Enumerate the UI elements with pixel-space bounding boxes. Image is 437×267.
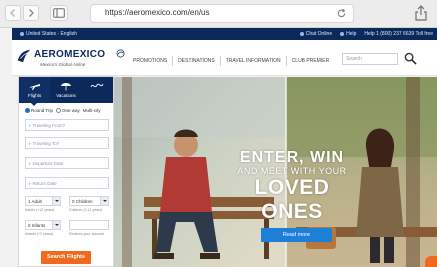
headline-line-1: ENTER, WIN [239, 149, 345, 166]
eagle-knight-icon [17, 49, 31, 63]
origin-placeholder: Traveling From? [32, 123, 66, 128]
chevron-right-icon: › [29, 141, 31, 146]
aeromexico-logo[interactable]: AEROMEXICO Mexico's Global Airline [16, 47, 126, 71]
trip-type-group: Round Trip One way Multi-city [25, 108, 101, 113]
tab-check-in[interactable] [82, 77, 113, 103]
skyteam-icon [116, 49, 125, 58]
nav-travel-information[interactable]: TRAVEL INFORMATION [221, 58, 286, 64]
radio-selected-icon [25, 108, 30, 113]
tollfree-label: Toll free [415, 31, 433, 37]
logo-wordmark: AEROMEXICO [34, 49, 106, 60]
infants-value: 0 Infants [28, 223, 46, 228]
chevron-right-icon: › [29, 161, 31, 166]
phone-label: Help 1 (800) 237 6639 [364, 31, 415, 37]
return-date-field[interactable]: › Return Date [25, 177, 109, 189]
address-bar[interactable]: https://aeromexico.com/en/us [90, 4, 354, 23]
tab-vacations[interactable]: Vacations [50, 77, 81, 103]
back-button[interactable] [5, 5, 21, 21]
url-text: https://aeromexico.com/en/us [105, 8, 210, 17]
help-icon [340, 32, 345, 36]
radio-multi-city[interactable]: Multi-city [83, 108, 101, 113]
chevron-down-icon [52, 197, 60, 205]
utility-bar: United States - English Chat Online Help… [12, 28, 437, 40]
children-select[interactable]: 0 Children [69, 196, 109, 206]
headline-line-2: AND MEET WITH YOUR [237, 166, 347, 176]
radio-one-way[interactable]: One way [56, 108, 80, 113]
site-header: AEROMEXICO Mexico's Global Airline PROMO… [12, 40, 437, 76]
tab-flights-label: Flights [28, 93, 42, 98]
locale-label: United States - English [26, 31, 77, 37]
hero-headline: ENTER, WIN AND MEET WITH YOUR LOVED ONES [232, 149, 352, 224]
checkin-script-icon [90, 83, 104, 88]
locale-selector[interactable]: United States - English [20, 31, 77, 37]
radio-unselected-icon [56, 108, 62, 113]
booking-tabs: Flights Vacations [19, 77, 113, 106]
departure-date-field[interactable]: › Departure Date [25, 157, 109, 169]
return-date-placeholder: Return Date [32, 181, 57, 186]
adults-hint: Adults (+12 years) [25, 208, 55, 212]
airplane-icon [29, 84, 40, 90]
nav-promotions[interactable]: PROMOTIONS [128, 58, 172, 64]
active-tab-pointer [31, 103, 37, 106]
chat-label: Chat Online [305, 31, 333, 37]
chevron-right-icon: › [29, 123, 31, 128]
forward-button[interactable] [23, 5, 39, 21]
flag-icon [20, 32, 24, 36]
browser-toolbar: https://aeromexico.com/en/us [0, 0, 437, 28]
departure-date-placeholder: Departure Date [32, 161, 64, 166]
chevron-down-icon [100, 197, 108, 205]
radio-one-way-label: One way [62, 108, 80, 113]
radio-multi-city-label: Multi-city [82, 108, 101, 113]
feedback-tab[interactable] [425, 256, 437, 267]
destination-placeholder: Traveling To? [32, 141, 60, 146]
infants-hint: Infants (+2 years) [25, 232, 54, 236]
reload-icon[interactable] [336, 8, 347, 19]
sidebar-icon [53, 8, 65, 18]
umbrella-icon [60, 83, 71, 91]
tab-flights[interactable]: Flights [19, 77, 51, 106]
adults-select[interactable]: 1 Adult [25, 196, 61, 206]
redeem-hint: Redeem your account [69, 232, 105, 236]
destination-field[interactable]: › Traveling To? [25, 137, 109, 149]
tab-vacations-label: Vacations [56, 93, 76, 98]
chevron-right-icon: › [29, 181, 31, 186]
chevron-down-icon [52, 221, 60, 229]
headline-line-3: LOVED ONES [254, 176, 330, 223]
origin-field[interactable]: › Traveling From? [25, 119, 109, 131]
main-nav: PROMOTIONS DESTINATIONS TRAVEL INFORMATI… [128, 56, 334, 66]
hero-banner[interactable]: ENTER, WIN AND MEET WITH YOUR LOVED ONES… [114, 77, 437, 267]
radio-round-trip-label: Round Trip [31, 108, 54, 113]
logo-tagline: Mexico's Global Airline [40, 62, 86, 67]
read-more-button[interactable]: Read more [261, 228, 332, 242]
phone-number: Help 1 (800) 237 6639 Toll free [364, 31, 433, 37]
children-value: 0 Children [72, 199, 93, 204]
search-flights-button[interactable]: Search Flights [41, 251, 91, 264]
search-icon[interactable] [404, 52, 417, 65]
chevron-left-icon [10, 9, 15, 17]
help-link[interactable]: Help [340, 31, 356, 37]
children-hint: Children (2-11 years) [69, 208, 103, 212]
booking-widget: Flights Vacations Round Trip One way Mul… [18, 76, 114, 267]
search-input[interactable]: Search [342, 53, 398, 65]
share-icon[interactable] [414, 5, 428, 21]
adults-value: 1 Adult [28, 199, 42, 204]
radio-round-trip[interactable]: Round Trip [25, 108, 53, 113]
nav-club-premier[interactable]: CLUB PREMIER [287, 58, 335, 64]
help-label: Help [346, 31, 357, 37]
chat-link[interactable]: Chat Online [299, 31, 333, 37]
redeem-select[interactable] [69, 220, 109, 230]
chat-icon [299, 32, 304, 36]
infants-select[interactable]: 0 Infants [25, 220, 61, 230]
chevron-right-icon [29, 9, 34, 17]
nav-destinations[interactable]: DESTINATIONS [173, 58, 220, 64]
sidebar-toggle-button[interactable] [50, 5, 68, 21]
